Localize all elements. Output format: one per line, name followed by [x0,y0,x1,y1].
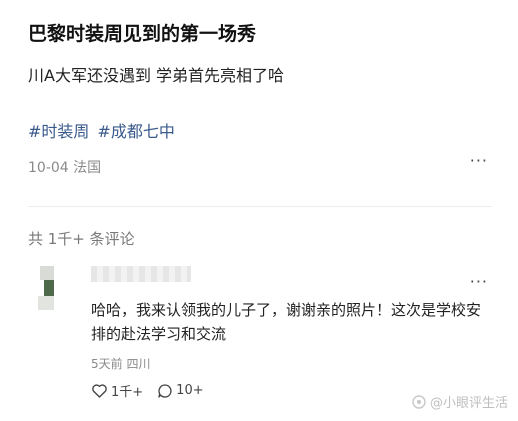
comment-actions: 1千+ 10+ [91,381,204,400]
comment-bubble-icon [158,383,172,398]
like-count: 1千+ [111,385,144,400]
comment-count: 共 1千+ 条评论 [28,230,135,248]
tag-fashion-week[interactable]: #时装周 [28,118,89,142]
tag-chengdu-no7[interactable]: #成都七中 [97,118,174,142]
comment-meta: 5天前 四川 [91,357,151,371]
avatar[interactable] [36,266,62,310]
divider [28,206,492,207]
watermark: @小眼评生活 [412,392,508,411]
post-title: 巴黎时装周见到的第一场秀 [28,23,257,45]
reply-count: 10+ [176,383,204,398]
more-horizontal-icon[interactable]: ··· [470,272,488,291]
platform-logo-icon [412,394,426,409]
comment-text: 哈哈，我来认领我的儿子了，谢谢亲的照片！这次是学校安排的赴法学习和交流 [91,301,482,343]
username-blurred[interactable] [91,266,191,282]
more-horizontal-icon[interactable]: ··· [470,151,488,170]
like-button[interactable]: 1千+ [91,381,143,400]
post-meta: 10-04 法国 [28,160,102,176]
tag-list: #时装周 #成都七中 [28,118,175,142]
watermark-text: @小眼评生活 [429,396,508,411]
post-body: 川A大军还没遇到 学弟首先亮相了哈 [28,66,285,85]
reply-button[interactable]: 10+ [157,383,204,399]
heart-icon [92,384,107,398]
